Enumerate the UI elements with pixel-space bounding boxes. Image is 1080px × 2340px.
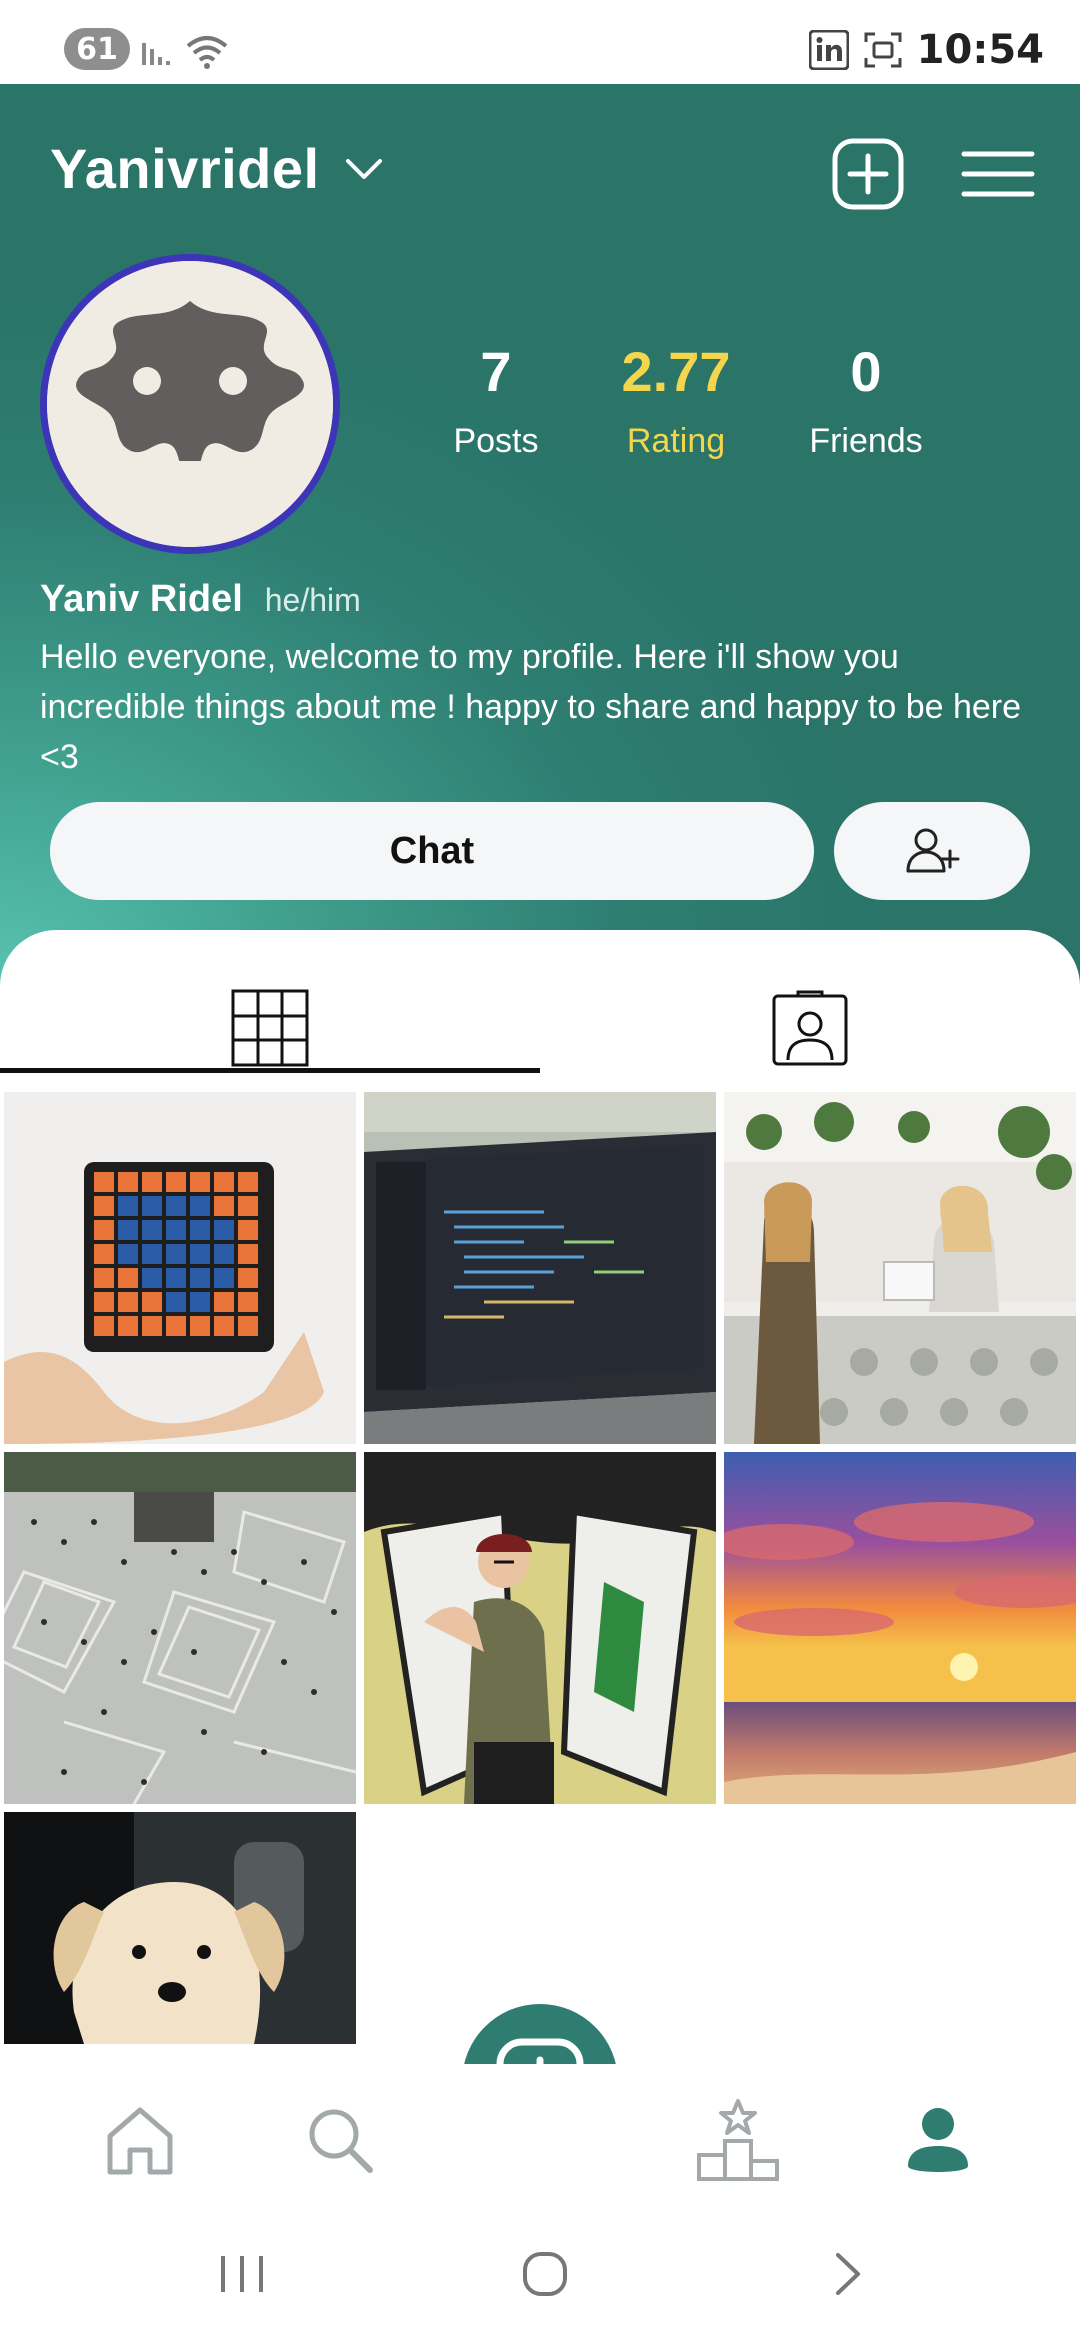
puppy-photo bbox=[4, 1812, 356, 2044]
post-thumbnail[interactable] bbox=[364, 1452, 716, 1804]
leaderboard-icon bbox=[697, 2099, 779, 2181]
screenshot-icon bbox=[864, 32, 902, 68]
nav-profile[interactable] bbox=[888, 2090, 988, 2190]
add-friend-button[interactable] bbox=[834, 802, 1030, 900]
home-button[interactable] bbox=[505, 2244, 585, 2304]
profile-name-row: Yaniv Ridel he/him bbox=[40, 578, 361, 621]
linkedin-icon bbox=[808, 30, 849, 70]
recent-apps-icon bbox=[221, 2256, 263, 2292]
profile-bio: Hello everyone, welcome to my profile. H… bbox=[40, 638, 1022, 776]
wifi-icon bbox=[186, 36, 228, 69]
hamburger-menu-icon bbox=[961, 151, 1035, 197]
inkblot-avatar-image bbox=[47, 261, 333, 547]
recent-apps-button[interactable] bbox=[202, 2244, 282, 2304]
search-icon bbox=[309, 2109, 373, 2173]
laptop-code-photo bbox=[364, 1092, 716, 1444]
plus-square-icon bbox=[832, 138, 904, 210]
active-tab-indicator bbox=[0, 1068, 540, 1073]
home-circle-icon bbox=[523, 2252, 567, 2296]
stat-posts[interactable]: 7 Posts bbox=[436, 344, 556, 461]
chevron-down-icon bbox=[345, 158, 382, 179]
stat-friends[interactable]: 0 Friends bbox=[796, 344, 936, 461]
post-thumbnail[interactable] bbox=[364, 1092, 716, 1444]
nav-leaderboard[interactable] bbox=[688, 2090, 788, 2190]
status-icons-left bbox=[140, 30, 230, 70]
account-switcher[interactable]: Yanivridel bbox=[50, 136, 384, 201]
tagged-person-icon bbox=[772, 990, 848, 1066]
grid-icon bbox=[231, 989, 309, 1067]
rubiks-cube-photo bbox=[4, 1092, 356, 1444]
bottom-navigation bbox=[0, 2064, 1080, 2208]
cafe-counter-photo bbox=[724, 1092, 1076, 1444]
post-thumbnail[interactable] bbox=[724, 1452, 1076, 1804]
post-thumbnail[interactable] bbox=[4, 1452, 356, 1804]
chat-button-label: Chat bbox=[389, 829, 475, 872]
stat-rating[interactable]: 2.77 Rating bbox=[606, 344, 746, 461]
username: Yanivridel bbox=[50, 137, 320, 200]
system-navigation-bar bbox=[0, 2208, 1080, 2340]
post-thumbnail[interactable] bbox=[4, 1812, 356, 2044]
new-post-button[interactable] bbox=[830, 136, 906, 212]
profile-header: Yanivridel 7 Posts 2.77 Rating 0 Friends… bbox=[0, 84, 1080, 984]
signal-icon bbox=[142, 43, 170, 65]
status-icons-right: 10:54 bbox=[808, 22, 1044, 78]
pronouns: he/him bbox=[264, 582, 361, 618]
menu-button[interactable] bbox=[958, 136, 1038, 212]
profile-icon bbox=[908, 2108, 968, 2172]
post-thumbnail[interactable] bbox=[724, 1092, 1076, 1444]
city-square-crowd-photo bbox=[4, 1452, 356, 1804]
post-thumbnail[interactable] bbox=[4, 1092, 356, 1444]
display-name: Yaniv Ridel bbox=[40, 578, 243, 620]
person-mural-photo bbox=[364, 1452, 716, 1804]
chat-button[interactable]: Chat bbox=[50, 802, 814, 900]
add-friend-icon bbox=[906, 828, 960, 873]
home-icon bbox=[107, 2107, 173, 2175]
nav-home[interactable] bbox=[90, 2090, 190, 2190]
back-button[interactable] bbox=[808, 2244, 888, 2304]
battery-indicator: 61 bbox=[64, 28, 130, 70]
sunset-beach-photo bbox=[724, 1452, 1076, 1804]
tab-tagged[interactable] bbox=[540, 980, 1080, 1076]
status-bar: 61 10:54 bbox=[0, 0, 1080, 84]
clock: 10:54 bbox=[916, 27, 1044, 73]
avatar[interactable] bbox=[40, 254, 340, 554]
tab-posts-grid[interactable] bbox=[0, 980, 540, 1076]
nav-search[interactable] bbox=[290, 2090, 390, 2190]
chevron-right-icon bbox=[836, 2253, 860, 2295]
